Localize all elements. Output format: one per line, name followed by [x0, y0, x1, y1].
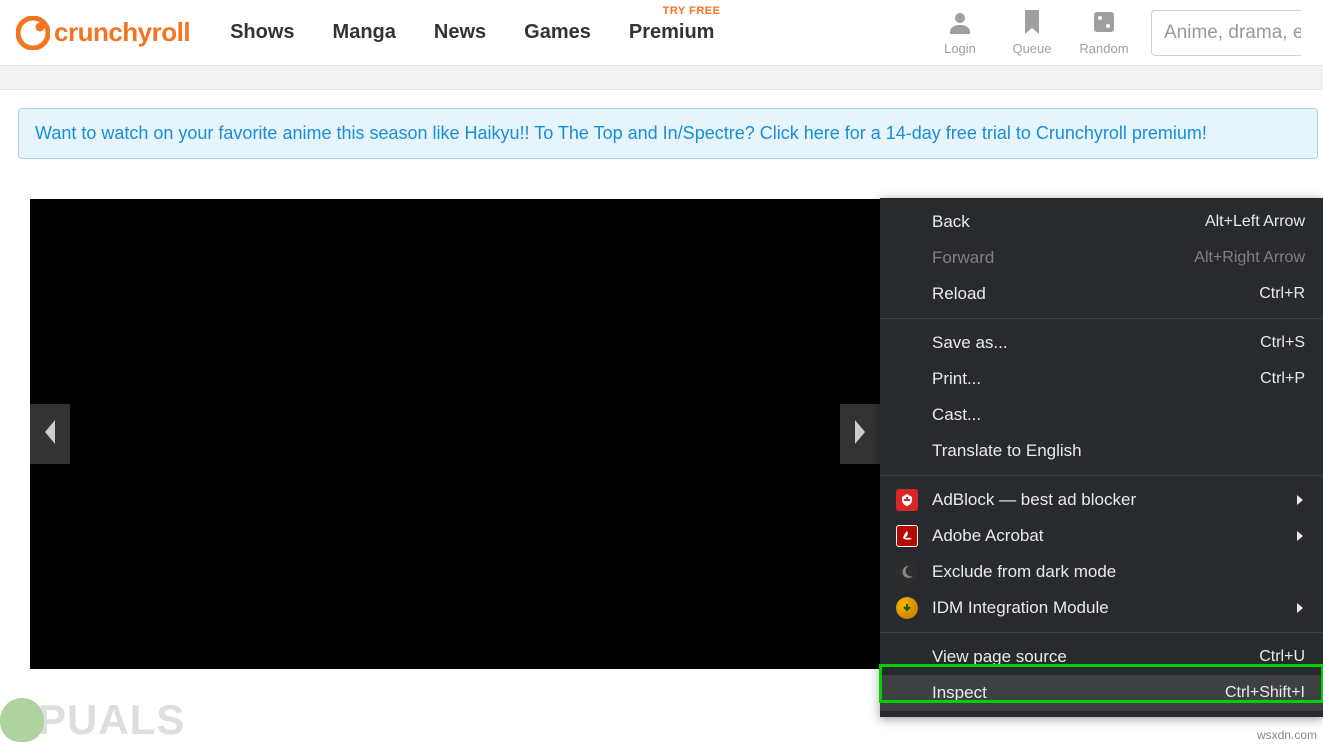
watermark-mascot-icon: [0, 698, 44, 742]
ctx-darkmode-label: Exclude from dark mode: [932, 562, 1116, 582]
ctx-acrobat[interactable]: Adobe Acrobat: [880, 518, 1323, 554]
search-input[interactable]: Anime, drama, e: [1151, 10, 1301, 56]
watermark: PUALS: [0, 696, 185, 744]
ctx-reload-shortcut: Ctrl+R: [1259, 285, 1305, 303]
ctx-inspect-shortcut: Ctrl+Shift+I: [1225, 684, 1305, 702]
chevron-right-icon: [851, 418, 869, 451]
submenu-arrow-icon: [1297, 531, 1303, 541]
ctx-separator: [880, 632, 1323, 633]
acrobat-icon: [896, 525, 918, 547]
promo-banner[interactable]: Want to watch on your favorite anime thi…: [18, 108, 1318, 159]
nav-premium-label: Premium: [629, 21, 715, 43]
search-placeholder: Anime, drama, e: [1164, 22, 1301, 44]
nav-shows[interactable]: Shows: [230, 21, 294, 44]
queue-button[interactable]: Queue: [1007, 10, 1057, 56]
ctx-adblock-label: AdBlock — best ad blocker: [932, 490, 1136, 510]
carousel-prev-button[interactable]: [30, 404, 70, 464]
adblock-icon: [896, 489, 918, 511]
ctx-inspect-label: Inspect: [932, 683, 987, 703]
ctx-reload-label: Reload: [932, 284, 986, 304]
ctx-view-source-shortcut: Ctrl+U: [1259, 648, 1305, 666]
try-free-badge: TRY FREE: [663, 5, 721, 17]
source-credit: wsxdn.com: [1257, 728, 1317, 742]
user-icon: [948, 10, 972, 37]
ctx-back-label: Back: [932, 212, 970, 232]
ctx-darkmode[interactable]: Exclude from dark mode: [880, 554, 1323, 590]
ctx-view-source-label: View page source: [932, 647, 1067, 667]
watermark-text: PUALS: [38, 696, 185, 744]
random-label: Random: [1079, 41, 1128, 56]
ctx-forward-label: Forward: [932, 248, 994, 268]
ctx-idm[interactable]: IDM Integration Module: [880, 590, 1323, 626]
header-actions: Login Queue Random Anime, drama, e: [935, 10, 1301, 56]
logo-text: crunchyroll: [54, 17, 190, 48]
ctx-reload[interactable]: Reload Ctrl+R: [880, 276, 1323, 312]
header-substrip: [0, 66, 1323, 90]
idm-icon: [896, 597, 918, 619]
ctx-separator: [880, 475, 1323, 476]
ctx-print[interactable]: Print... Ctrl+P: [880, 361, 1323, 397]
crunchyroll-logo-icon: [16, 16, 50, 50]
nav-news[interactable]: News: [434, 21, 486, 44]
context-menu: Back Alt+Left Arrow Forward Alt+Right Ar…: [880, 198, 1323, 717]
ctx-inspect[interactable]: Inspect Ctrl+Shift+I: [880, 675, 1323, 711]
nav-premium[interactable]: Premium TRY FREE: [629, 21, 715, 44]
site-header: crunchyroll Shows Manga News Games Premi…: [0, 0, 1323, 66]
dice-icon: [1092, 10, 1116, 37]
submenu-arrow-icon: [1297, 495, 1303, 505]
logo[interactable]: crunchyroll: [16, 16, 190, 50]
moon-icon: [896, 561, 918, 583]
ctx-translate[interactable]: Translate to English: [880, 433, 1323, 469]
ctx-separator: [880, 318, 1323, 319]
video-player[interactable]: [30, 199, 880, 669]
ctx-view-source[interactable]: View page source Ctrl+U: [880, 639, 1323, 675]
ctx-save-as-shortcut: Ctrl+S: [1260, 334, 1305, 352]
login-button[interactable]: Login: [935, 10, 985, 56]
ctx-save-as[interactable]: Save as... Ctrl+S: [880, 325, 1323, 361]
bookmark-icon: [1022, 10, 1042, 37]
ctx-cast-label: Cast...: [932, 405, 981, 425]
random-button[interactable]: Random: [1079, 10, 1129, 56]
ctx-print-shortcut: Ctrl+P: [1260, 370, 1305, 388]
ctx-save-as-label: Save as...: [932, 333, 1008, 353]
submenu-arrow-icon: [1297, 603, 1303, 613]
ctx-translate-label: Translate to English: [932, 441, 1082, 461]
ctx-forward-shortcut: Alt+Right Arrow: [1194, 249, 1305, 267]
chevron-left-icon: [41, 418, 59, 451]
ctx-back-shortcut: Alt+Left Arrow: [1205, 213, 1305, 231]
ctx-acrobat-label: Adobe Acrobat: [932, 526, 1044, 546]
ctx-print-label: Print...: [932, 369, 981, 389]
ctx-idm-label: IDM Integration Module: [932, 598, 1109, 618]
login-label: Login: [944, 41, 976, 56]
ctx-cast[interactable]: Cast...: [880, 397, 1323, 433]
ctx-back[interactable]: Back Alt+Left Arrow: [880, 204, 1323, 240]
ctx-forward: Forward Alt+Right Arrow: [880, 240, 1323, 276]
main-nav: Shows Manga News Games Premium TRY FREE: [230, 21, 935, 44]
ctx-adblock[interactable]: AdBlock — best ad blocker: [880, 482, 1323, 518]
promo-banner-text: Want to watch on your favorite anime thi…: [35, 123, 1207, 143]
nav-games[interactable]: Games: [524, 21, 591, 44]
carousel-next-button[interactable]: [840, 404, 880, 464]
queue-label: Queue: [1012, 41, 1051, 56]
nav-manga[interactable]: Manga: [333, 21, 396, 44]
